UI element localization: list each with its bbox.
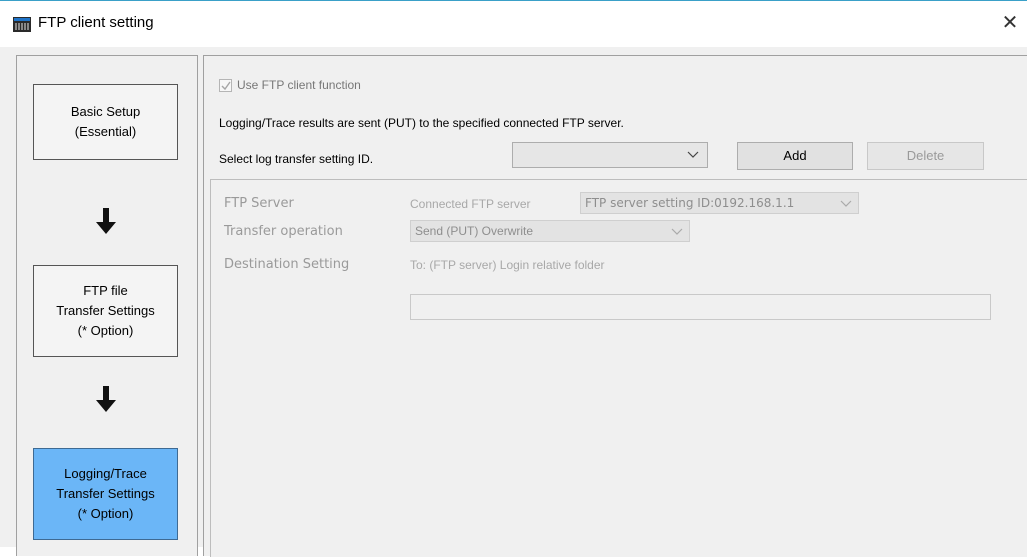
destination-setting-label: Destination Setting (224, 257, 350, 272)
destination-sub-label: To: (FTP server) Login relative folder (410, 258, 605, 272)
down-arrow-icon (96, 386, 116, 412)
steps-panel: Basic Setup (Essential) FTP file Transfe… (16, 55, 198, 556)
select-id-label: Select log transfer setting ID. (219, 152, 374, 166)
step-ftp-file-transfer[interactable]: FTP file Transfer Settings (* Option) (33, 265, 178, 357)
step-log-line1: Logging/Trace (64, 466, 147, 481)
use-ftp-label: Use FTP client function (237, 78, 361, 92)
check-icon (221, 81, 231, 90)
step-ftp-line3: (* Option) (77, 323, 134, 338)
step-log-line3: (* Option) (77, 506, 134, 521)
step-ftp-line2: Transfer Settings (56, 303, 155, 318)
chevron-down-icon (840, 200, 852, 207)
transfer-operation-value: Send (PUT) Overwrite (415, 224, 534, 238)
app-icon (13, 17, 31, 32)
settings-panel: Use FTP client function Logging/Trace re… (203, 55, 1027, 557)
ftp-server-select[interactable]: FTP server setting ID:0192.168.1.1 (580, 192, 859, 214)
connected-ftp-server-label: Connected FTP server (410, 197, 531, 211)
step-basic-setup[interactable]: Basic Setup (Essential) (33, 84, 178, 160)
ftp-server-value: FTP server setting ID:0192.168.1.1 (585, 196, 795, 210)
add-button[interactable]: Add (737, 142, 853, 170)
delete-button[interactable]: Delete (867, 142, 984, 170)
close-button[interactable]: ✕ (997, 9, 1023, 35)
close-icon: ✕ (1001, 10, 1019, 34)
use-ftp-checkbox-row[interactable]: Use FTP client function (219, 78, 361, 92)
use-ftp-checkbox[interactable] (219, 78, 232, 92)
dialog-body: Basic Setup (Essential) FTP file Transfe… (0, 47, 1027, 557)
ftp-server-label: FTP Server (224, 196, 294, 211)
step-ftp-line1: FTP file (83, 283, 128, 298)
transfer-operation-select[interactable]: Send (PUT) Overwrite (410, 220, 690, 242)
step-log-line2: Transfer Settings (56, 486, 155, 501)
step-basic-line1: Basic Setup (70, 104, 141, 119)
window-title: FTP client setting (38, 14, 154, 31)
chevron-down-icon (687, 151, 699, 158)
description-text: Logging/Trace results are sent (PUT) to … (219, 116, 624, 130)
log-transfer-id-select[interactable] (512, 142, 708, 168)
down-arrow-icon (96, 208, 116, 234)
transfer-operation-label: Transfer operation (224, 224, 343, 239)
step-logging-trace-transfer[interactable]: Logging/Trace Transfer Settings (* Optio… (33, 448, 178, 540)
transfer-setting-group: FTP Server Connected FTP server FTP serv… (210, 179, 1027, 557)
step-basic-line2: (Essential) (74, 124, 137, 139)
title-bar: FTP client setting ✕ (0, 0, 1027, 47)
destination-folder-input[interactable] (410, 294, 991, 320)
chevron-down-icon (671, 228, 683, 235)
